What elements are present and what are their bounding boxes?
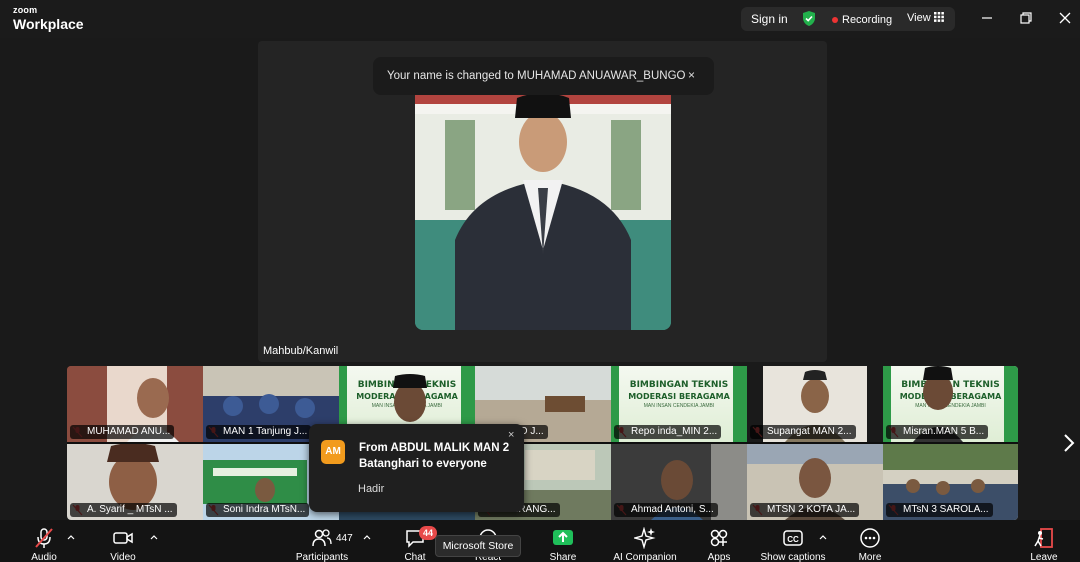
participant-name: MAN 1 Tanjung J... <box>206 425 312 439</box>
leave-label: Leave <box>1030 552 1058 562</box>
brand-top: zoom <box>13 5 38 15</box>
ai-companion-label: AI Companion <box>613 552 677 562</box>
leave-door-icon <box>1034 528 1053 548</box>
gallery-strip: MUHAMAD ANU... MAN 1 Tanjung J... BIMBIN… <box>67 366 1018 520</box>
more-button[interactable]: More <box>855 527 885 562</box>
speaker-name-label: Mahbub/Kanwil <box>263 345 339 357</box>
ai-companion-button[interactable]: AI Companion <box>612 527 678 562</box>
participant-name: Supangat MAN 2... <box>750 425 856 439</box>
notification-text: Your name is changed to MUHAMAD ANUAWAR_… <box>387 70 686 82</box>
participant-tile[interactable]: MTSN 2 KOTA JA... <box>747 444 883 520</box>
shield-check-icon[interactable] <box>801 10 817 27</box>
participant-name: MTSN 2 KOTA JA... <box>750 503 860 517</box>
chat-popup-close-button[interactable]: × <box>508 429 514 441</box>
grid-view-icon[interactable] <box>934 12 944 22</box>
tooltip: Microsoft Store <box>435 535 521 557</box>
participant-tile[interactable]: Ahmad Antoni, S... <box>611 444 747 520</box>
participant-tile[interactable]: MTsN 3 SAROLA... <box>883 444 1018 520</box>
video-label: Video <box>110 552 136 562</box>
share-button[interactable]: Share <box>545 527 581 562</box>
participants-icon <box>312 529 332 547</box>
participant-name: MTsN 3 SAROLA... <box>886 503 993 517</box>
captions-options-caret-icon[interactable] <box>819 534 827 540</box>
chat-sender-line: From ABDUL MALIK MAN 2 Batanghari to eve… <box>359 442 510 470</box>
more-label: More <box>858 552 882 562</box>
sparkle-icon <box>634 527 656 549</box>
video-button[interactable]: Video <box>103 527 143 562</box>
participant-name: Misran.MAN 5 B... <box>886 425 989 439</box>
participants-options-caret-icon[interactable] <box>363 534 371 540</box>
more-dots-icon <box>860 528 880 548</box>
participant-name: MUHAMAD ANU... <box>70 425 175 439</box>
sender-avatar: AM <box>321 440 345 464</box>
apps-icon <box>710 529 728 547</box>
participant-name: A. Syarif _ MTsN ... <box>70 503 177 517</box>
participant-name: Soni Indra MTsN... <box>206 503 310 517</box>
restore-icon[interactable] <box>1018 10 1034 26</box>
apps-button[interactable]: Apps <box>704 527 734 562</box>
zoom-workplace-logo: zoom Workplace <box>13 5 84 32</box>
meeting-toolbar <box>0 520 1080 562</box>
participant-name: Repo inda_MIN 2... <box>614 425 722 439</box>
participant-tile[interactable]: BIMBINGAN TEKNIS MODERASI BERAGAMA MAN I… <box>611 366 747 442</box>
cc-captions-icon: CC <box>783 530 803 546</box>
recording-label: Recording <box>842 14 893 26</box>
video-camera-icon <box>113 532 133 544</box>
chat-label: Chat <box>404 552 426 562</box>
audio-options-caret-icon[interactable] <box>67 534 75 540</box>
speaker-portrait-image <box>415 80 671 330</box>
chat-message: Hadir <box>358 483 385 495</box>
svg-text:CC: CC <box>787 535 799 544</box>
show-captions-button[interactable]: CC Show captions <box>760 527 826 562</box>
share-screen-icon <box>553 530 573 545</box>
participant-tile[interactable]: BIMBINGAN TEKNIS MODERASI BERAGAMA MAN I… <box>883 366 1018 442</box>
participants-count: 447 <box>336 533 353 544</box>
video-options-caret-icon[interactable] <box>150 534 158 540</box>
participants-label: Participants <box>295 552 349 562</box>
notification-close-button[interactable]: × <box>688 68 695 82</box>
share-label: Share <box>549 552 577 562</box>
participant-tile[interactable]: MUHAMAD ANU... <box>67 366 203 442</box>
brand-bottom: Workplace <box>13 16 84 32</box>
leave-button[interactable]: Leave <box>1028 527 1060 562</box>
participant-name: Ahmad Antoni, S... <box>614 503 718 517</box>
audio-button[interactable]: Audio <box>24 527 64 562</box>
sign-in-button[interactable]: Sign in <box>751 12 788 26</box>
recording-indicator[interactable]: Recording <box>832 14 892 26</box>
close-window-icon[interactable] <box>1057 10 1073 26</box>
apps-label: Apps <box>707 552 731 562</box>
participant-tile[interactable]: Supangat MAN 2... <box>747 366 883 442</box>
recording-dot-icon <box>832 17 838 24</box>
chevron-right-icon[interactable] <box>1062 433 1076 453</box>
speaker-video <box>415 80 671 330</box>
view-button[interactable]: View <box>907 12 931 24</box>
show-captions-label: Show captions <box>760 552 826 562</box>
minimize-icon[interactable] <box>979 10 995 26</box>
participant-tile[interactable]: A. Syarif _ MTsN ... <box>67 444 203 520</box>
muted-mic-icon <box>35 528 53 548</box>
audio-label: Audio <box>31 552 57 562</box>
